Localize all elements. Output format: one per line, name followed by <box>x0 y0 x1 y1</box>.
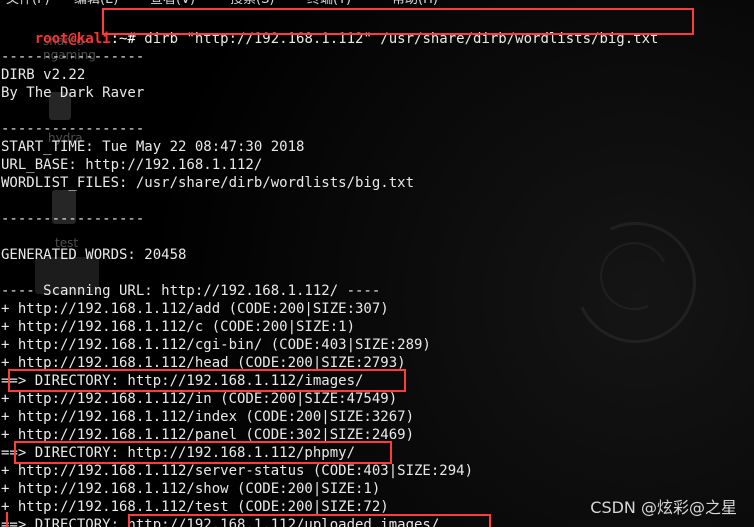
terminal-line: + http://192.168.1.112/server-status (CO… <box>1 463 474 479</box>
terminal-line: ----------------- <box>1 49 145 65</box>
terminal-line: + http://192.168.1.112/head (CODE:200|SI… <box>1 355 406 371</box>
terminal-window[interactable]: 文件(F) 编辑(E) 查看(V) 搜索(S) 终端(T) 帮助(H) shar… <box>0 0 754 527</box>
prompt-user: root@kali <box>34 31 111 47</box>
terminal-line: ----------------- <box>1 211 145 227</box>
terminal-line: ----------------- <box>1 121 145 137</box>
terminal-line: + http://192.168.1.112/panel (CODE:302|S… <box>1 427 415 443</box>
terminal-line: GENERATED WORDS: 20458 <box>1 247 187 263</box>
menu-search[interactable]: 搜索(S) <box>230 0 274 9</box>
terminal-line: DIRB v2.22 <box>1 67 86 83</box>
menu-help[interactable]: 帮助(H) <box>392 0 438 9</box>
terminal-line: By The Dark Raver <box>1 85 145 101</box>
menu-terminal[interactable]: 终端(T) <box>307 0 351 9</box>
terminal-command: dirb "http://192.168.1.112" /usr/share/d… <box>144 31 659 47</box>
terminal-line: ==> DIRECTORY: http://192.168.1.112/phpm… <box>1 445 356 461</box>
kali-swirl-background <box>557 204 714 361</box>
terminal-line: + http://192.168.1.112/c (CODE:200|SIZE:… <box>1 319 356 335</box>
terminal-prompt-line[interactable]: root@kali:~# dirb "http://192.168.1.112"… <box>1 12 659 47</box>
terminal-line: ==> DIRECTORY: http://192.168.1.112/imag… <box>1 373 364 389</box>
terminal-line: START_TIME: Tue May 22 08:47:30 2018 <box>1 139 305 155</box>
terminal-line: + http://192.168.1.112/show (CODE:200|SI… <box>1 481 381 497</box>
terminal-line: ==> DIRECTORY: http://192.168.1.112/uplo… <box>1 517 440 527</box>
terminal-line: + http://192.168.1.112/cgi-bin/ (CODE:40… <box>1 337 431 353</box>
terminal-line: + http://192.168.1.112/in (CODE:200|SIZE… <box>1 391 398 407</box>
terminal-line: WORDLIST_FILES: /usr/share/dirb/wordlist… <box>1 175 415 191</box>
terminal-line: URL_BASE: http://192.168.1.112/ <box>1 157 263 173</box>
csdn-watermark: CSDN @炫彩@之星 <box>590 498 737 517</box>
terminal-line: + http://192.168.1.112/test (CODE:200|SI… <box>1 499 389 515</box>
terminal-line: + http://192.168.1.112/index (CODE:200|S… <box>1 409 415 425</box>
terminal-line: ---- Scanning URL: http://192.168.1.112/… <box>1 283 381 299</box>
terminal-line: + http://192.168.1.112/add (CODE:200|SIZ… <box>1 301 389 317</box>
prompt-symbol: :~# <box>110 31 145 47</box>
